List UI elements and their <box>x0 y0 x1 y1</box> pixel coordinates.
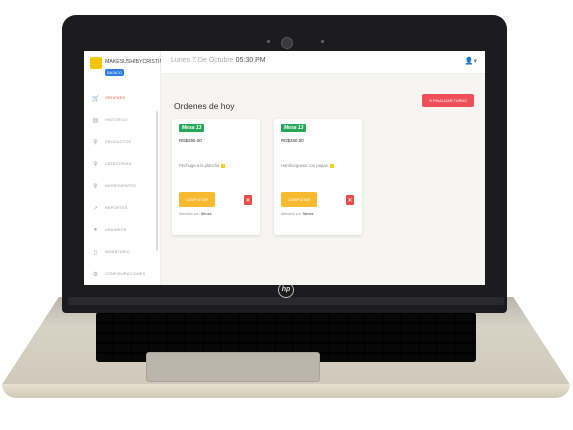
attended-name: Nieves <box>302 212 314 216</box>
sensor-dot <box>267 40 270 43</box>
attended-by: Atendido por: Nieves <box>179 212 212 216</box>
order-item: Pechuga a la plancha 1 <box>179 163 226 168</box>
order-item-name: Hamburguesa con papas <box>281 163 328 168</box>
table-badge: Mesa 13 <box>281 124 307 132</box>
close-icon: ✕ <box>347 197 353 204</box>
laptop-hinge <box>68 297 504 305</box>
complete-order-button[interactable]: COMPLETAR <box>179 192 215 207</box>
order-card: Mesa 13 RD$295.00 Pechuga a la plancha 1… <box>172 119 260 235</box>
main-content: Ordenes de hoy ✕ FINALIZAR TURNO Mesa 13… <box>84 51 485 285</box>
attended-by: Atendido por: Nieves <box>281 212 314 216</box>
table-badge: Mesa 13 <box>179 124 205 132</box>
close-icon: ✕ <box>245 197 251 204</box>
webcam-icon <box>281 37 293 49</box>
sensor-dot <box>321 40 324 43</box>
order-card: Mesa 13 RD$250.00 Hamburguesa con papas … <box>274 119 362 235</box>
attended-label: Atendido por: <box>179 212 200 216</box>
attended-label: Atendido por: <box>281 212 302 216</box>
laptop-base-edge <box>2 384 570 398</box>
attended-name: Nieves <box>200 212 212 216</box>
quantity-badge: 1 <box>221 163 226 168</box>
order-item-name: Pechuga a la plancha <box>179 163 220 168</box>
page-title: Ordenes de hoy <box>174 101 235 111</box>
end-shift-button[interactable]: ✕ FINALIZAR TURNO <box>422 94 474 107</box>
order-total: RD$295.00 <box>179 138 202 143</box>
complete-order-button[interactable]: COMPLETAR <box>281 192 317 207</box>
delete-order-button[interactable]: ✕ <box>346 195 354 205</box>
order-total: RD$250.00 <box>281 138 304 143</box>
laptop-touchpad <box>146 352 320 382</box>
quantity-badge: 1 <box>329 163 334 168</box>
order-item: Hamburguesa con papas 1 <box>281 163 334 168</box>
delete-order-button[interactable]: ✕ <box>244 195 252 205</box>
